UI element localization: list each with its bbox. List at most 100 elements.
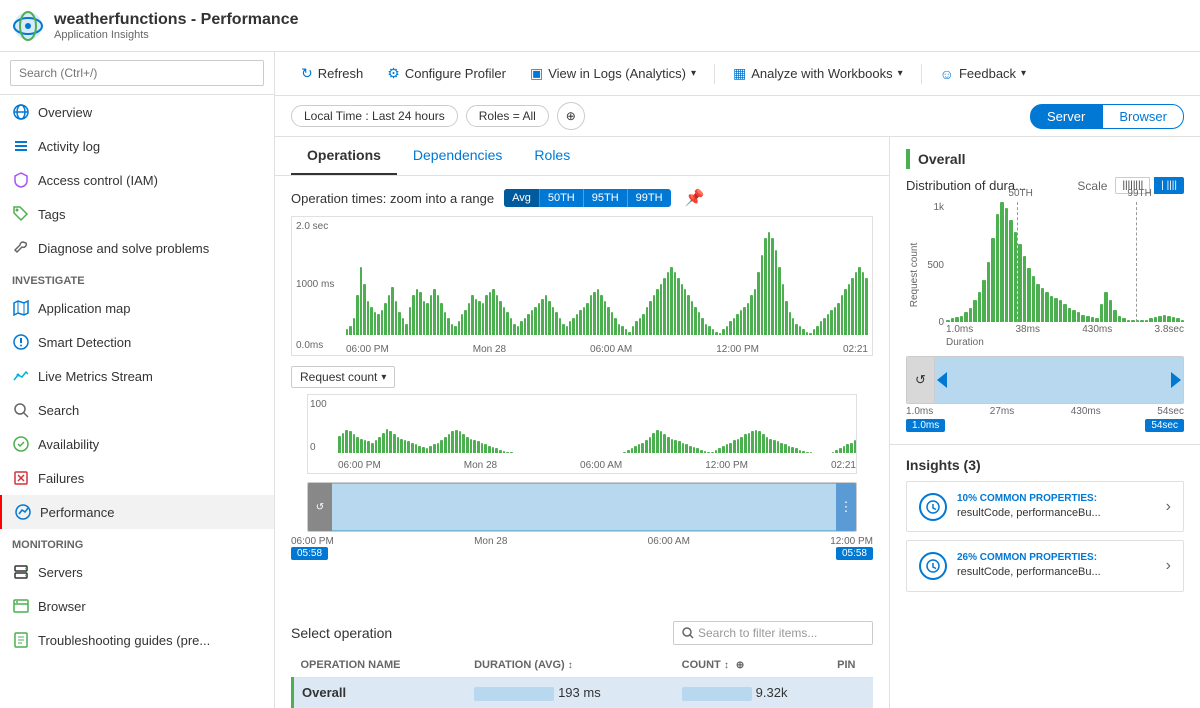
chart-bar [419, 292, 421, 335]
nav-item[interactable]: Activity log [0, 129, 274, 163]
chart-bar [604, 301, 606, 335]
req-chart-bar [378, 437, 381, 453]
chart-bar [384, 303, 386, 335]
request-count-dropdown[interactable]: Request count ▾ [291, 366, 395, 388]
req-chart-bar [854, 440, 856, 453]
table-row[interactable]: Overall 193 ms 9.32k [293, 678, 874, 708]
chart-bar [374, 312, 376, 335]
avg-percentile-btn[interactable]: Avg [504, 189, 540, 207]
chart-bar [611, 312, 613, 335]
workbooks-icon: ▦ [733, 65, 746, 82]
req-chart-x-axis: 06:00 PMMon 2806:00 AM12:00 PM02:21 [338, 460, 856, 471]
scrubber-container: ↺ ⋮ 06:00 PMMon 2806:00 AM12:00 PM 05:58… [291, 482, 873, 567]
scrubber-handle-right[interactable]: ⋮ [836, 483, 856, 531]
req-chart-bar [660, 431, 663, 453]
chart-bar [430, 295, 432, 335]
operations-header: Select operation Search to filter items.… [291, 621, 873, 645]
chart-bar [391, 287, 393, 335]
chart-bar [409, 307, 411, 336]
pin-chart-button[interactable]: 📌 [685, 188, 705, 208]
chart-bar [775, 250, 777, 336]
nav-item[interactable]: Troubleshooting guides (pre... [0, 623, 274, 657]
chart-bar [471, 295, 473, 335]
right-scrubber-nav-btn[interactable]: ↺ [907, 357, 935, 403]
req-chart-bar [638, 444, 641, 453]
refresh-button[interactable]: ↻ Refresh [291, 60, 373, 87]
scale-log-btn[interactable]: | |||| [1154, 177, 1184, 194]
dist-bar [1122, 318, 1126, 322]
nav-item[interactable]: Access control (IAM) [0, 163, 274, 197]
nav-item[interactable]: Availability [0, 427, 274, 461]
tab-operations[interactable]: Operations [291, 137, 397, 175]
time-filter-pill[interactable]: Local Time : Last 24 hours [291, 105, 458, 127]
dist-x-4: 3.8sec [1155, 324, 1184, 335]
operation-times-header: Operation times: zoom into a range Avg 5… [291, 188, 873, 208]
nav-item[interactable]: Smart Detection [0, 325, 274, 359]
nav-item[interactable]: Browser [0, 589, 274, 623]
chart-bar [496, 295, 498, 335]
operations-search[interactable]: Search to filter items... [673, 621, 873, 645]
chart-bar [768, 232, 770, 335]
overall-bar-indicator [906, 149, 910, 169]
req-chart-bar [429, 446, 432, 453]
chart-bar [795, 324, 797, 335]
sidebar-item-failures: Failures [38, 471, 84, 486]
dist-bars-area [946, 202, 1184, 322]
req-chart-bar [722, 446, 725, 453]
chart-bar [820, 321, 822, 335]
req-chart-bar [850, 443, 853, 453]
req-chart-bar [407, 441, 410, 453]
tab-roles[interactable]: Roles [518, 137, 586, 175]
server-toggle-button[interactable]: Server [1030, 104, 1102, 129]
chart-bar [656, 289, 658, 335]
nav-item[interactable]: Failures [0, 461, 274, 495]
sidebar-item-servers: Servers [38, 565, 83, 580]
insight-card-2[interactable]: 26% COMMON PROPERTIES: resultCode, perfo… [906, 540, 1184, 591]
req-chart-bar [780, 443, 783, 453]
sidebar-item-activity-log: Activity log [38, 139, 100, 154]
nav-item[interactable]: Live Metrics Stream [0, 359, 274, 393]
search-icon [682, 627, 694, 639]
p95-percentile-btn[interactable]: 95TH [584, 189, 628, 207]
req-chart-bar [777, 441, 780, 453]
chart-bar [614, 318, 616, 335]
filter-icon-button[interactable]: ⊕ [557, 102, 585, 130]
performance-icon [14, 503, 32, 521]
chart-bar [444, 312, 446, 335]
timeline-scrubber[interactable]: ↺ ⋮ [307, 482, 857, 532]
roles-filter-pill[interactable]: Roles = All [466, 105, 549, 127]
search-input[interactable] [10, 60, 264, 86]
p50-percentile-btn[interactable]: 50TH [540, 189, 584, 207]
chart-bar [517, 326, 519, 335]
nav-item[interactable]: Tags [0, 197, 274, 231]
req-chart-bar [356, 437, 359, 453]
scrubber-handle-left[interactable]: ↺ [308, 483, 332, 531]
nav-item[interactable]: Diagnose and solve problems [0, 231, 274, 265]
nav-item[interactable]: Overview [0, 95, 274, 129]
right-scrubber[interactable]: ↺ [906, 356, 1184, 404]
chart-bar [405, 324, 407, 335]
p99-percentile-btn[interactable]: 99TH [628, 189, 671, 207]
chart-bar [583, 307, 585, 336]
sidebar-item-overview: Overview [38, 105, 92, 120]
view-in-logs-button[interactable]: ▣ View in Logs (Analytics) ▾ [520, 60, 706, 87]
nav-item[interactable]: Performance [0, 495, 274, 529]
chart-bar [353, 318, 355, 335]
scale-linear-btn[interactable]: |||||||| [1115, 177, 1150, 194]
analyze-workbooks-button[interactable]: ▦ Analyze with Workbooks ▾ [723, 60, 913, 87]
dist-bar [1059, 300, 1063, 322]
right-panel: Overall Distribution of dura... Scale ||… [890, 137, 1200, 708]
insight-card-1[interactable]: 10% COMMON PROPERTIES: resultCode, perfo… [906, 481, 1184, 532]
pin-cell [829, 678, 873, 708]
chart-bar [485, 295, 487, 335]
chart-bar [848, 284, 850, 335]
table-header-row: OPERATION NAME DURATION (AVG) ↕ COUNT ↕ … [293, 653, 874, 678]
tab-dependencies[interactable]: Dependencies [397, 137, 519, 175]
nav-item[interactable]: Search [0, 393, 274, 427]
feedback-button[interactable]: ☺ Feedback ▾ [930, 61, 1036, 87]
configure-profiler-button[interactable]: ⚙ Configure Profiler [377, 60, 516, 87]
browser-toggle-button[interactable]: Browser [1102, 104, 1184, 129]
nav-item[interactable]: Servers [0, 555, 274, 589]
req-chart-bar [766, 437, 769, 453]
nav-item[interactable]: Application map [0, 291, 274, 325]
